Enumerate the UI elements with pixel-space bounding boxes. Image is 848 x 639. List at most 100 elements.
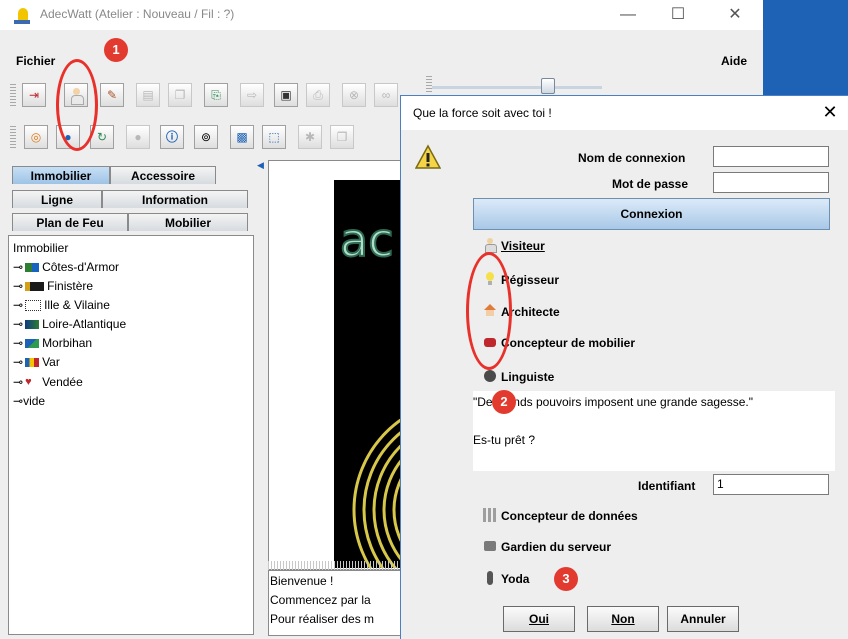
dialog-close-icon[interactable]: ✕ (818, 100, 842, 124)
password-input[interactable] (713, 172, 829, 193)
zoom-slider-thumb[interactable] (541, 78, 555, 94)
tree-item[interactable]: ⊸ Côtes-d'Armor (13, 258, 119, 276)
tree-handle-icon: ⊸ (13, 355, 24, 369)
flag-icon (25, 358, 40, 368)
tree-item[interactable]: ⊸ Finistère (13, 277, 93, 295)
photo-icon[interactable]: ▩ (230, 125, 254, 149)
login-input[interactable] (713, 146, 829, 167)
selection-icon[interactable]: ⬚ (262, 125, 286, 149)
menu-help[interactable]: Aide (721, 54, 747, 68)
info-icon[interactable]: ⓘ (160, 125, 184, 149)
print-disabled-icon[interactable]: ⎙ (306, 83, 330, 107)
yoda-icon (483, 571, 497, 585)
target-icon[interactable]: ⊚ (194, 125, 218, 149)
tree-item[interactable]: ⊸ Ille & Vilaine (13, 296, 110, 314)
annotation-badge-1: 1 (104, 38, 128, 62)
id-input[interactable]: 1 (713, 474, 829, 495)
dialog-title: Que la force soit avec toi ! (413, 106, 552, 120)
annotation-ring (466, 252, 512, 370)
tree-item-label: Var (42, 355, 60, 369)
id-label: Identifiant (638, 479, 696, 493)
link-disabled-icon[interactable]: ∞ (374, 83, 398, 107)
brush-icon[interactable]: ✎ (100, 83, 124, 107)
tree-item[interactable]: ⊸ Morbihan (13, 334, 92, 352)
tab-accessoire[interactable]: Accessoire (110, 166, 216, 184)
log-line: Pour réaliser des m (270, 612, 375, 626)
desktop-background (763, 0, 848, 97)
toolbar-grip[interactable] (426, 76, 432, 94)
lifebuoy-icon[interactable]: ◎ (24, 125, 48, 149)
tab-mobilier[interactable]: Mobilier (128, 213, 248, 231)
connect-button[interactable]: Connexion (473, 198, 830, 230)
log-line: Bienvenue ! (270, 574, 334, 588)
role-label: Concepteur de données (501, 509, 638, 523)
tree-root[interactable]: Immobilier (13, 239, 68, 257)
tab-immobilier[interactable]: Immobilier (12, 166, 110, 184)
tree-handle-icon: ⊸ (13, 317, 24, 331)
minimize-button[interactable]: — (614, 4, 642, 26)
tree-item-label: Finistère (47, 279, 94, 293)
dialog-title-bar: Que la force soit avec toi ! ✕ (401, 96, 848, 130)
linguist-globe-icon (483, 369, 497, 383)
cancel-button[interactable]: Annuler (667, 606, 739, 632)
role-label: Visiteur (501, 239, 545, 253)
bug-disabled-icon[interactable]: ✱ (298, 125, 322, 149)
floppy-save-icon[interactable]: ▣ (274, 83, 298, 107)
svg-text:ac: ac (340, 213, 393, 267)
data-grid-icon (483, 508, 497, 522)
flag-icon (25, 263, 40, 273)
tree-item[interactable]: ⊸ ♥ Vendée (13, 373, 83, 391)
message-question: Es-tu prêt ? (473, 433, 536, 447)
tree-handle-icon: ⊸ (13, 375, 24, 389)
splash-image: ac (334, 180, 402, 568)
role-label: Concepteur de mobilier (501, 336, 636, 350)
tab-plan-de-feu[interactable]: Plan de Feu (12, 213, 128, 231)
toolbar-grip[interactable] (10, 84, 16, 106)
zoom-slider-track[interactable] (432, 86, 602, 89)
tree-handle-icon: ⊸ (13, 279, 24, 293)
circle-disabled-icon[interactable]: ● (126, 125, 150, 149)
save-disabled-icon[interactable]: ▤ (136, 83, 160, 107)
message-box: "De grands pouvoirs imposent une grande … (473, 391, 835, 471)
login-label: Nom de connexion (578, 151, 686, 165)
yes-button[interactable]: Oui (503, 606, 575, 632)
login-dialog: Que la force soit avec toi ! ✕ Nom de co… (400, 95, 848, 639)
tree-item[interactable]: ⊸ Var (13, 353, 60, 371)
tab-ligne[interactable]: Ligne (12, 190, 102, 208)
cancel-disabled-icon[interactable]: ⊗ (342, 83, 366, 107)
warning-icon (415, 144, 441, 169)
tree-item[interactable]: ⊸ Loire-Atlantique (13, 315, 126, 333)
annotation-ring (56, 59, 98, 151)
flag-icon (25, 300, 42, 312)
copy-disabled-icon[interactable]: ❐ (168, 83, 192, 107)
tree-item-label: Loire-Atlantique (42, 317, 127, 331)
flag-icon (25, 282, 45, 292)
app-logo-base (14, 20, 30, 24)
no-button[interactable]: Non (587, 606, 659, 632)
tab-information[interactable]: Information (102, 190, 248, 208)
split-divider[interactable] (268, 561, 402, 570)
heart-flag-icon: ♥ (25, 377, 40, 388)
role-label: Gardien du serveur (501, 540, 612, 554)
title-bar: AdecWatt (Atelier : Nouveau / Fil : ?) —… (0, 0, 763, 30)
password-label: Mot de passe (612, 177, 689, 191)
split-pane-arrow-icon[interactable]: ◀ (257, 160, 264, 178)
toolbar-grip[interactable] (10, 126, 16, 148)
tree-handle-icon: ⊸ (13, 394, 24, 408)
log-panel: Bienvenue ! Commencez par la Pour réalis… (268, 570, 402, 636)
window-title: AdecWatt (Atelier : Nouveau / Fil : ?) (40, 7, 235, 21)
window-disabled-icon[interactable]: ❐ (330, 125, 354, 149)
tree-handle-icon: ⊸ (13, 298, 24, 312)
export-disabled-icon[interactable]: ⇨ (240, 83, 264, 107)
tree-panel: Immobilier ⊸ Côtes-d'Armor ⊸ Finistère ⊸ Il… (8, 235, 254, 635)
splash-logo: ac (339, 212, 402, 568)
close-button[interactable]: ✕ (721, 4, 749, 26)
tree-item-label: Ille & Vilaine (44, 298, 110, 312)
maximize-button[interactable]: ☐ (664, 4, 692, 26)
exit-icon[interactable]: ⇥ (22, 83, 46, 107)
tree-item[interactable]: ⊸vide (13, 392, 45, 410)
document-icon[interactable]: ⎘ (204, 83, 228, 107)
menu-file[interactable]: Fichier (16, 54, 55, 68)
flag-icon (25, 339, 40, 349)
role-label: Linguiste (501, 370, 555, 384)
